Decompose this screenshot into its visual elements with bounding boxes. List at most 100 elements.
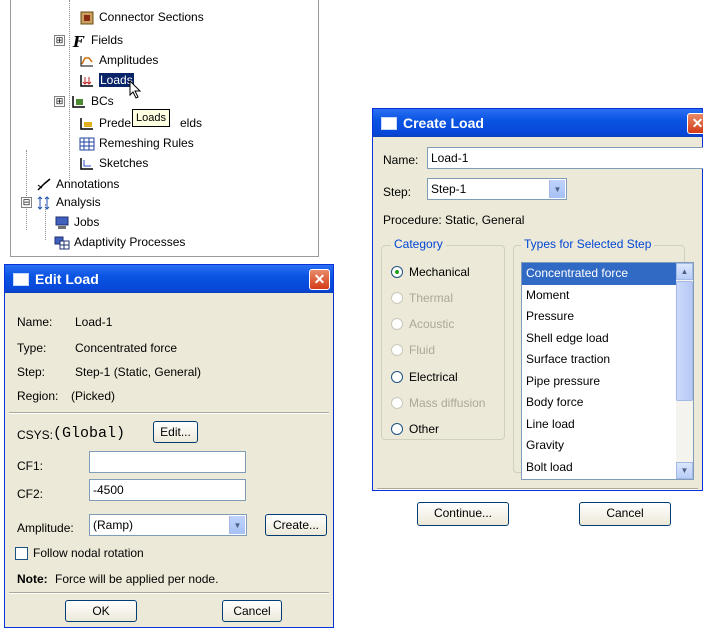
list-item[interactable]: Line load <box>522 414 693 436</box>
cf2-label: CF2: <box>17 487 44 501</box>
expand-fields-icon[interactable]: ⊞ <box>54 35 65 46</box>
expand-bcs-icon[interactable]: ⊞ <box>54 96 65 107</box>
amplitude-select-value: (Ramp) <box>93 518 134 532</box>
category-other-label: Other <box>409 422 440 436</box>
radio-mass-diffusion[interactable] <box>391 397 403 409</box>
tree-item-label: Prede <box>99 116 132 130</box>
csys-label: CSYS: <box>17 428 54 442</box>
name-value: Load-1 <box>75 315 113 329</box>
create-load-dialog: Create Load ✕ Name: Load-1 Step: Step-1 … <box>372 108 703 526</box>
type-value: Concentrated force <box>75 341 178 355</box>
tree-item-fields[interactable]: F Fields <box>71 31 124 51</box>
step-value: Step-1 (Static, General) <box>75 365 202 379</box>
type-label: Type: <box>17 341 47 355</box>
radio-fluid[interactable] <box>391 344 403 356</box>
tree-item-annotations[interactable]: Annotations <box>36 175 119 193</box>
create-load-titlebar[interactable]: Create Load ✕ <box>373 109 703 137</box>
cancel-button[interactable]: Cancel <box>579 502 671 526</box>
close-icon[interactable]: ✕ <box>687 113 703 134</box>
annotations-icon <box>36 178 52 192</box>
loads-tooltip: Loads <box>132 109 170 127</box>
continue-button[interactable]: Continue... <box>417 502 509 526</box>
tree-item-adaptivity-processes[interactable]: Adaptivity Processes <box>54 233 185 251</box>
follow-nodal-rotation-label: Follow nodal rotation <box>33 546 144 560</box>
tree-item-predefined-fields[interactable]: Prede <box>79 114 131 132</box>
types-scrollbar[interactable]: ▲ ▼ <box>676 263 693 479</box>
procedure-text: Procedure: Static, General <box>383 213 525 227</box>
tree-item-label: Sketches <box>99 156 149 170</box>
tree-item-label: Annotations <box>56 177 120 191</box>
close-icon[interactable]: ✕ <box>309 269 330 290</box>
window-icon <box>381 117 397 130</box>
adaptivity-processes-icon <box>54 236 70 250</box>
region-value: (Picked) <box>71 389 116 403</box>
separator <box>9 412 329 414</box>
step-select[interactable]: Step-1 ▼ <box>427 178 567 200</box>
tree-item-label: Amplitudes <box>99 53 159 67</box>
scroll-down-icon[interactable]: ▼ <box>676 462 693 479</box>
list-item[interactable]: Concentrated force <box>522 263 693 285</box>
note-text: Force will be applied per node. <box>55 572 219 586</box>
collapse-analysis-icon[interactable]: ⊟ <box>21 197 32 208</box>
tree-item-jobs[interactable]: Jobs <box>54 213 99 231</box>
list-item[interactable]: Shell edge load <box>522 328 693 350</box>
tree-item-loads[interactable]: Loads <box>79 71 134 89</box>
tree-item-label: Fields <box>91 33 124 47</box>
tree-item-label: Analysis <box>56 195 101 209</box>
radio-thermal[interactable] <box>391 292 403 304</box>
list-item[interactable]: Pressure <box>522 306 693 328</box>
separator <box>377 488 698 490</box>
step-label: Step: <box>17 365 46 379</box>
list-item[interactable]: Moment <box>522 285 693 307</box>
radio-other[interactable] <box>391 423 403 435</box>
category-fluid-label: Fluid <box>409 343 436 357</box>
cancel-button[interactable]: Cancel <box>222 600 282 622</box>
amplitudes-icon <box>79 54 95 68</box>
cf2-input[interactable]: -4500 <box>89 479 246 501</box>
tree-item-amplitudes[interactable]: Amplitudes <box>79 51 158 69</box>
chevron-down-icon[interactable]: ▼ <box>549 180 565 198</box>
ok-button[interactable]: OK <box>65 600 137 622</box>
tree-item-label: Connector Sections <box>99 10 204 24</box>
amplitude-create-button[interactable]: Create... <box>265 514 327 536</box>
tree-item-analysis[interactable]: Analysis <box>36 193 101 211</box>
radio-mechanical[interactable] <box>391 266 403 278</box>
radio-acoustic[interactable] <box>391 318 403 330</box>
model-tree-panel: Connector Sections ⊞ F Fields Amplitudes… <box>10 0 319 257</box>
list-item[interactable]: Pipe pressure <box>522 371 693 393</box>
tree-item-label: Remeshing Rules <box>99 136 194 150</box>
radio-electrical[interactable] <box>391 371 403 383</box>
csys-edit-button[interactable]: Edit... <box>153 421 198 443</box>
remeshing-rules-icon <box>79 137 95 151</box>
fields-icon: F <box>71 33 87 51</box>
step-label: Step: <box>383 185 412 199</box>
name-label: Name: <box>17 315 53 329</box>
cf1-label: CF1: <box>17 459 44 473</box>
list-item[interactable]: Surface traction <box>522 349 693 371</box>
jobs-icon <box>54 216 70 230</box>
tree-item-sketches[interactable]: Sketches <box>79 154 148 172</box>
follow-nodal-rotation-checkbox[interactable] <box>15 547 28 560</box>
tree-item-label-tail: elds <box>180 116 203 130</box>
list-item[interactable]: Body force <box>522 392 693 414</box>
cf1-input[interactable] <box>89 451 246 473</box>
list-item[interactable]: Bolt load <box>522 457 693 479</box>
amplitude-select[interactable]: (Ramp) ▼ <box>89 514 247 536</box>
bcs-icon <box>71 95 87 109</box>
tree-item-remeshing-rules[interactable]: Remeshing Rules <box>79 134 194 152</box>
name-input[interactable]: Load-1 <box>427 147 703 169</box>
types-list[interactable]: Concentrated force Moment Pressure Shell… <box>521 262 694 480</box>
window-icon <box>13 273 29 286</box>
list-item[interactable]: Gravity <box>522 435 693 457</box>
tree-item-label: BCs <box>91 94 114 108</box>
scroll-up-icon[interactable]: ▲ <box>676 263 693 280</box>
dialog-title: Create Load <box>403 115 484 131</box>
scroll-thumb[interactable] <box>676 281 693 401</box>
tree-item-connector-sections[interactable]: Connector Sections <box>79 8 204 26</box>
edit-load-titlebar[interactable]: Edit Load ✕ <box>5 265 333 293</box>
step-select-value: Step-1 <box>431 182 467 196</box>
tree-item-bcs[interactable]: BCs <box>71 92 114 110</box>
csys-value: (Global) <box>53 425 126 442</box>
chevron-down-icon[interactable]: ▼ <box>229 516 245 534</box>
category-thermal-label: Thermal <box>409 291 454 305</box>
